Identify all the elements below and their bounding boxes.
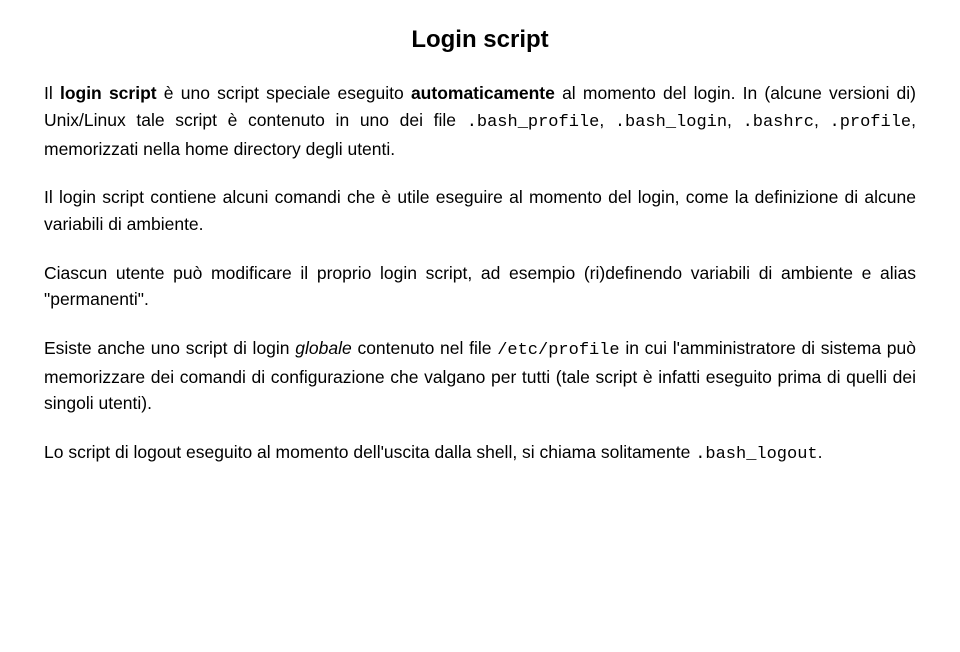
text: ,	[814, 110, 830, 130]
text-mono: /etc/profile	[497, 341, 619, 360]
paragraph-4: Esiste anche uno script di login globale…	[44, 335, 916, 417]
text-italic: globale	[295, 338, 351, 358]
text: Il login script contiene alcuni comandi …	[44, 187, 916, 234]
text: Ciascun utente può modificare il proprio…	[44, 263, 916, 310]
text: Il	[44, 83, 60, 103]
text-mono: .bash_profile	[467, 113, 600, 132]
paragraph-3: Ciascun utente può modificare il proprio…	[44, 260, 916, 313]
paragraph-5: Lo script di logout eseguito al momento …	[44, 439, 916, 468]
page-title: Login script	[44, 22, 916, 58]
text-bold: login script	[60, 83, 157, 103]
text: contenuto nel file	[352, 338, 497, 358]
text: Esiste anche uno script di login	[44, 338, 295, 358]
text: .	[818, 442, 823, 462]
text: ,	[599, 110, 615, 130]
text: Lo script di logout eseguito al momento …	[44, 442, 695, 462]
paragraph-1: Il login script è uno script speciale es…	[44, 80, 916, 162]
text: ,	[727, 110, 743, 130]
text-mono: .bash_logout	[695, 445, 817, 464]
text-mono: .bash_login	[615, 113, 727, 132]
text-mono: .profile	[830, 113, 912, 132]
paragraph-2: Il login script contiene alcuni comandi …	[44, 184, 916, 237]
text-mono: .bashrc	[743, 113, 814, 132]
text: è uno script speciale eseguito	[157, 83, 411, 103]
text-bold: automaticamente	[411, 83, 555, 103]
